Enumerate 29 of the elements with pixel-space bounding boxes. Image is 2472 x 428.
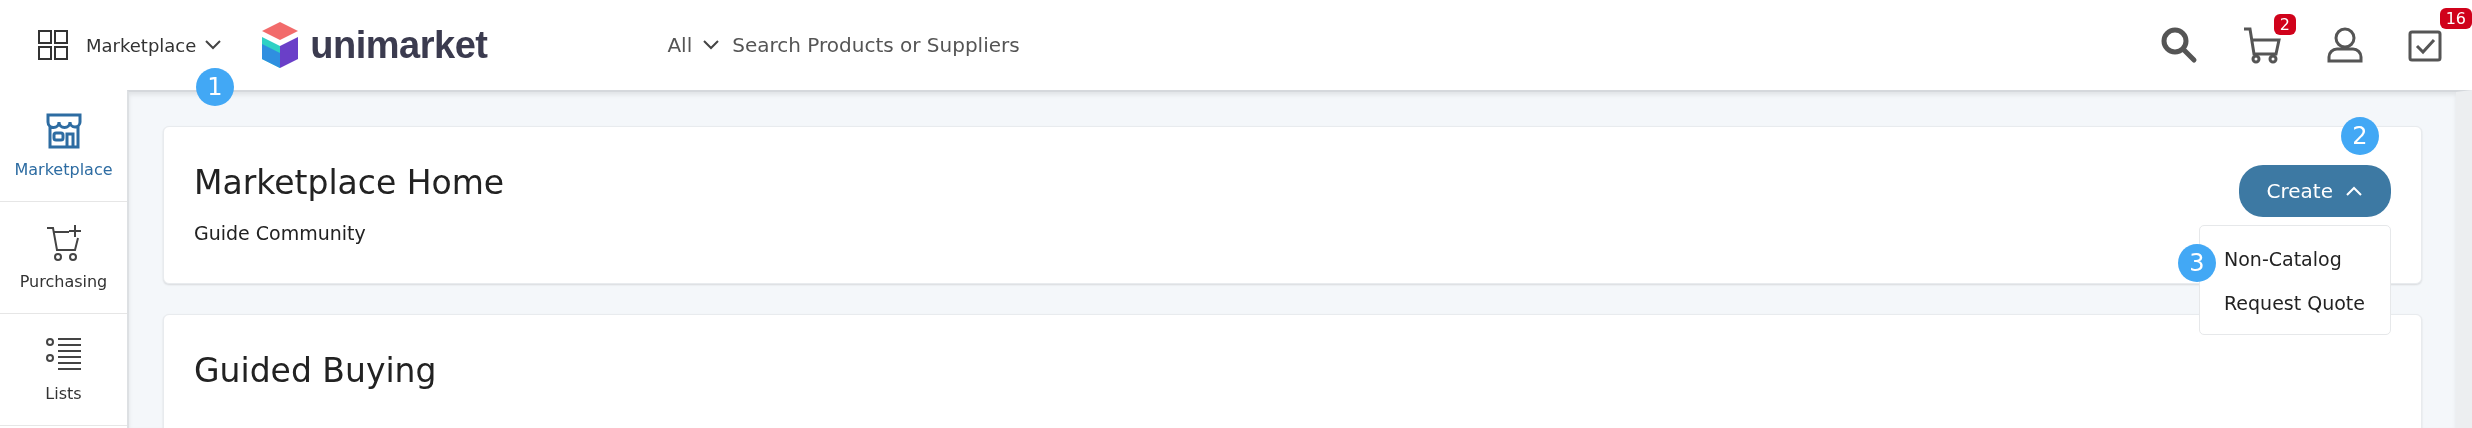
account-button[interactable] (2326, 26, 2364, 64)
search-button[interactable] (2160, 26, 2198, 64)
chevron-down-icon (702, 39, 721, 51)
store-icon (44, 112, 83, 150)
tasks-button[interactable] (2408, 28, 2442, 62)
cube-logo-icon (260, 20, 301, 70)
card-title: Guided Buying (194, 350, 438, 390)
checkbox-icon (2408, 28, 2442, 62)
search-icon (2160, 26, 2198, 64)
menu-item[interactable]: Request Quote (2224, 288, 2385, 318)
tasks-count-badge: 16 (2439, 8, 2472, 29)
menu-item[interactable]: Non-Catalog (2224, 244, 2362, 274)
card-title: Marketplace Home (194, 162, 506, 202)
cart-button[interactable] (2242, 26, 2282, 64)
grid-icon (38, 30, 68, 60)
create-button[interactable]: Create (2238, 165, 2391, 217)
chevron-down-icon (204, 39, 223, 51)
card-subtitle: Guide Community (194, 222, 367, 244)
chevron-up-icon (2345, 185, 2363, 197)
callout-marker: 2 (2341, 117, 2379, 155)
app-switcher[interactable]: Marketplace (38, 30, 223, 60)
search-scope-dropdown[interactable]: All (667, 33, 721, 57)
user-icon (2326, 26, 2364, 64)
cart-icon (2242, 26, 2282, 64)
cart-count-badge: 2 (2273, 14, 2296, 35)
callout-marker: 1 (196, 68, 234, 106)
cart-plus-icon (44, 224, 83, 262)
logo-text: unimarket (310, 23, 488, 67)
callout-marker: 3 (2178, 244, 2216, 282)
